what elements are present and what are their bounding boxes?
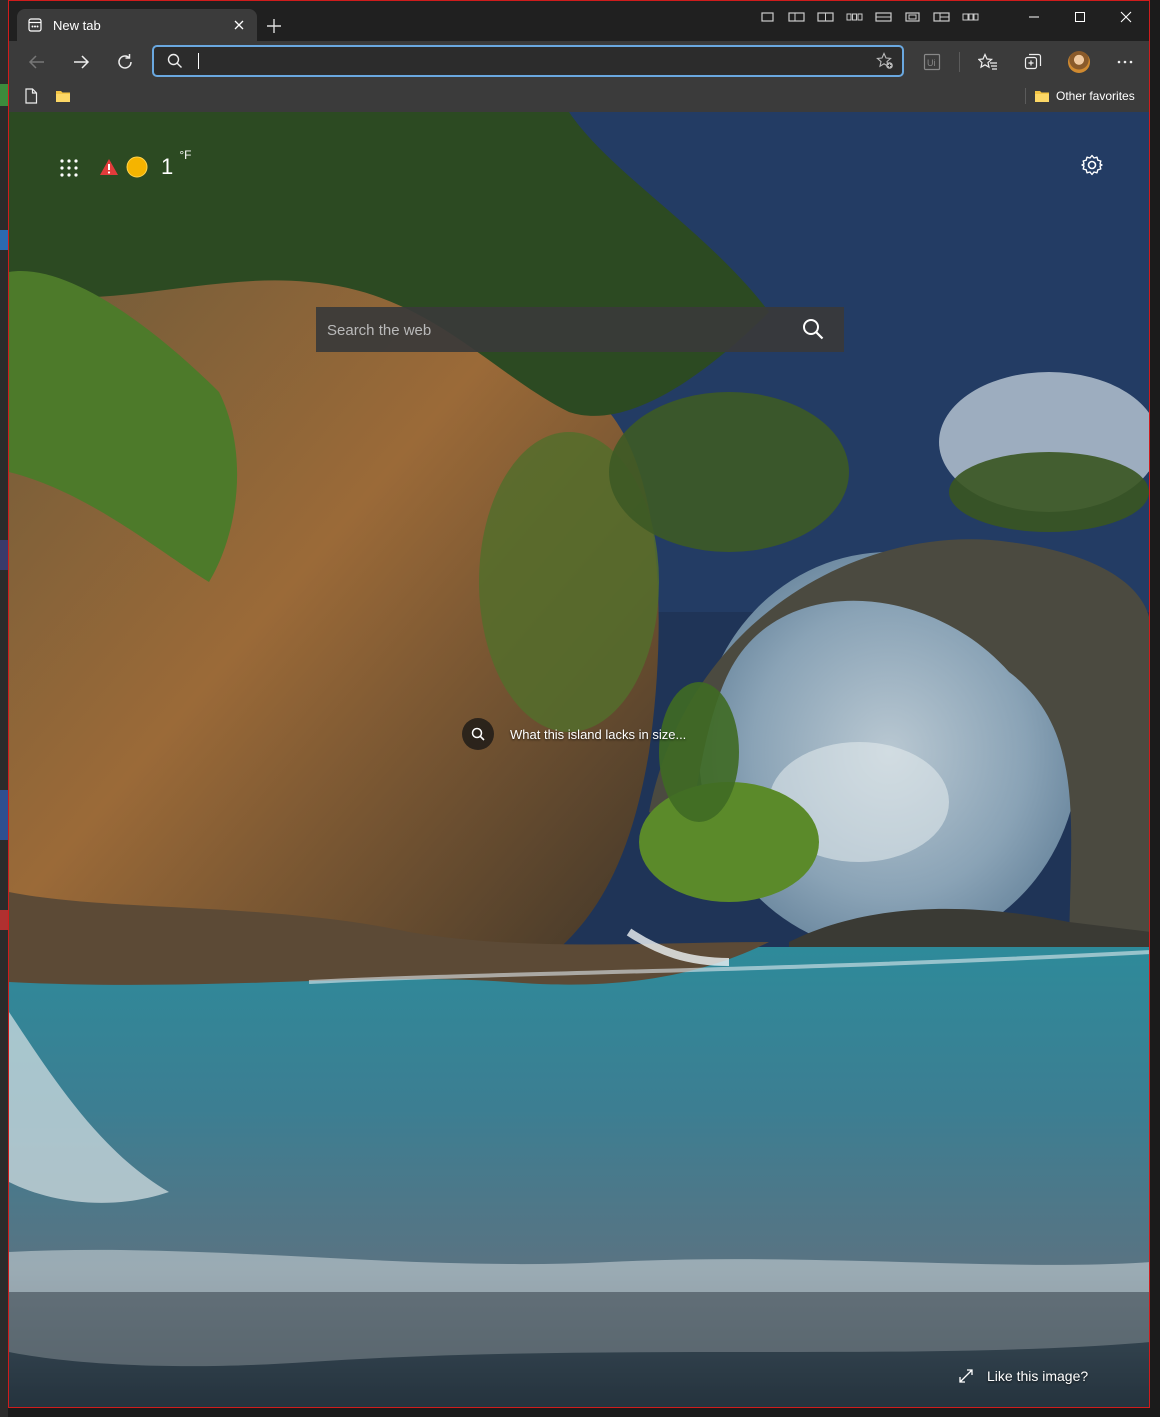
close-icon[interactable] bbox=[1103, 1, 1149, 33]
apps-launcher-icon[interactable] bbox=[59, 158, 79, 178]
favorites-icon[interactable] bbox=[973, 48, 1003, 76]
other-favorites-label: Other favorites bbox=[1056, 89, 1135, 103]
address-bar[interactable] bbox=[152, 45, 904, 77]
close-tab-icon[interactable] bbox=[231, 17, 247, 33]
window-controls bbox=[1011, 1, 1149, 33]
address-input[interactable] bbox=[194, 51, 858, 73]
collections-icon[interactable] bbox=[1018, 48, 1048, 76]
folder-icon bbox=[1035, 91, 1049, 102]
search-icon bbox=[167, 53, 182, 68]
temperature-unit: °F bbox=[179, 148, 192, 162]
search-icon[interactable] bbox=[802, 318, 824, 340]
more-icon[interactable] bbox=[1110, 48, 1140, 76]
snap-layout-icon[interactable] bbox=[931, 10, 952, 24]
snap-layout-icon[interactable] bbox=[757, 10, 778, 24]
image-caption[interactable]: What this island lacks in size... bbox=[462, 718, 686, 750]
background-window-strip bbox=[0, 0, 8, 1417]
other-favorites-button[interactable]: Other favorites bbox=[1034, 86, 1135, 106]
title-bar: New tab bbox=[9, 1, 1149, 41]
favorites-separator bbox=[1025, 88, 1026, 104]
snap-layout-icon[interactable] bbox=[786, 10, 807, 24]
search-placeholder: Search the web bbox=[327, 322, 432, 339]
snap-layout-icon[interactable] bbox=[902, 10, 923, 24]
weather-widget[interactable]: 1 °F bbox=[99, 148, 192, 180]
snap-layout-group bbox=[757, 10, 981, 24]
svg-text:Ui: Ui bbox=[927, 58, 936, 68]
forward-icon[interactable] bbox=[66, 48, 96, 76]
image-search-icon[interactable] bbox=[462, 718, 494, 750]
back-icon[interactable] bbox=[22, 48, 52, 76]
settings-gear-icon[interactable] bbox=[1081, 154, 1103, 176]
toolbar-separator bbox=[959, 52, 960, 72]
expand-icon bbox=[959, 1369, 973, 1383]
snap-layout-icon[interactable] bbox=[815, 10, 836, 24]
new-tab-page-icon bbox=[28, 18, 42, 32]
refresh-icon[interactable] bbox=[110, 48, 140, 76]
like-image-button[interactable]: Like this image? bbox=[959, 1368, 1088, 1384]
plus-icon bbox=[267, 19, 281, 33]
profile-button[interactable] bbox=[1064, 48, 1094, 76]
page-icon[interactable] bbox=[20, 86, 42, 106]
minimize-icon[interactable] bbox=[1011, 1, 1057, 33]
sun-icon bbox=[126, 156, 148, 178]
snap-layout-icon[interactable] bbox=[844, 10, 865, 24]
like-image-label: Like this image? bbox=[987, 1368, 1089, 1384]
profile-avatar bbox=[1068, 51, 1090, 73]
weather-temperature: 1 °F bbox=[161, 148, 192, 179]
add-favorite-icon[interactable] bbox=[876, 52, 894, 70]
folder-icon[interactable] bbox=[52, 86, 74, 106]
new-tab-button[interactable] bbox=[263, 15, 285, 37]
tab-title: New tab bbox=[53, 17, 101, 33]
new-tab-page: 1 °F Search the web What this island lac… bbox=[9, 112, 1149, 1407]
extension-icon[interactable]: Ui bbox=[917, 48, 947, 76]
snap-layout-icon[interactable] bbox=[873, 10, 894, 24]
web-search-box[interactable]: Search the web bbox=[316, 307, 844, 352]
tab-new-tab[interactable]: New tab bbox=[17, 9, 257, 41]
caption-text[interactable]: What this island lacks in size... bbox=[510, 727, 686, 742]
navigation-toolbar: Ui bbox=[9, 41, 1149, 83]
browser-window: New tab Ui Other favorites 1 °F Search t… bbox=[8, 0, 1150, 1408]
maximize-icon[interactable] bbox=[1057, 1, 1103, 33]
snap-layout-icon[interactable] bbox=[960, 10, 981, 24]
warning-icon bbox=[100, 159, 118, 175]
favorites-bar: Other favorites bbox=[9, 83, 1149, 113]
